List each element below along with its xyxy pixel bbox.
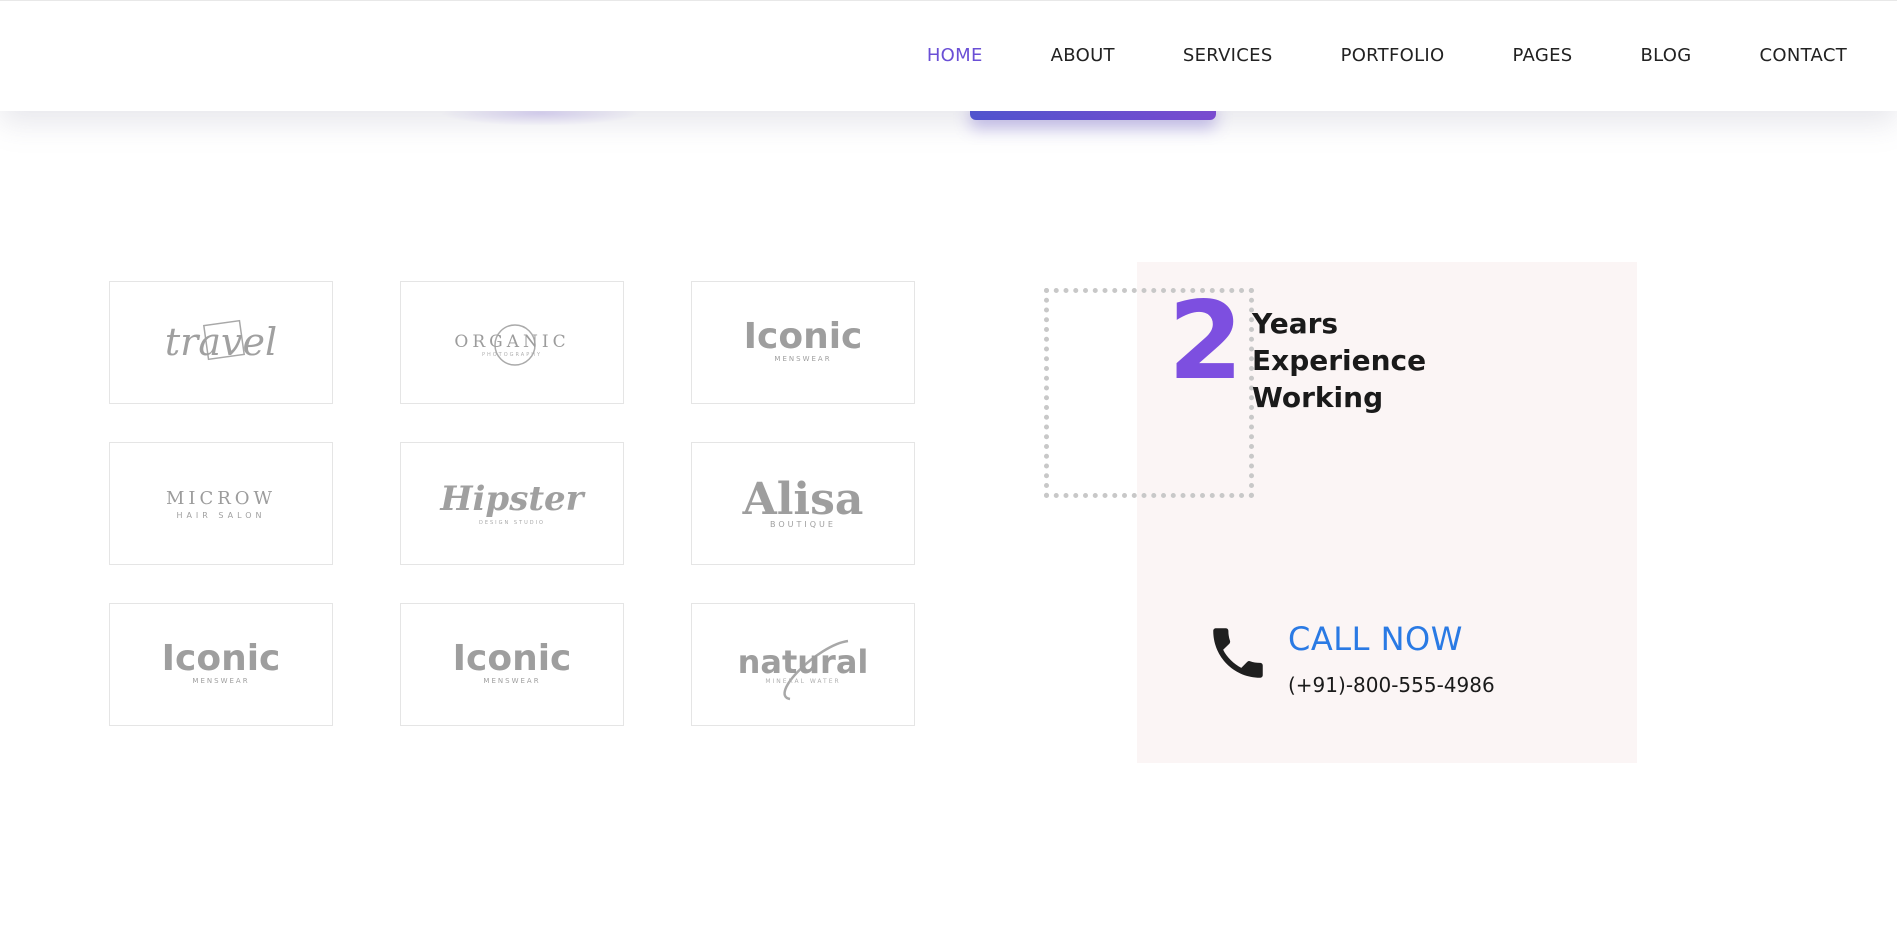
logo-text: travel: [165, 320, 277, 364]
phone-number[interactable]: (+91)-800-555-4986: [1288, 673, 1495, 697]
nav-services[interactable]: SERVICES: [1183, 45, 1273, 66]
logo-subtext: MENSWEAR: [483, 677, 540, 685]
nav-contact[interactable]: CONTACT: [1760, 45, 1847, 66]
iconic-logo: Iconic MENSWEAR: [744, 316, 863, 363]
call-now-link[interactable]: CALL NOW: [1288, 620, 1463, 658]
years-caption-line3: Working: [1252, 381, 1384, 414]
natural-logo: natural MINERAL WATER: [738, 639, 869, 700]
logo-text: Iconic: [162, 638, 281, 679]
logo-card-microw[interactable]: MICROW HAIR SALON: [109, 442, 333, 565]
logo-text: natural: [738, 643, 869, 681]
logo-text: Alisa: [742, 474, 864, 525]
logo-card-natural[interactable]: natural MINERAL WATER: [691, 603, 915, 726]
logo-subtext: MENSWEAR: [774, 355, 831, 363]
microw-logo: MICROW HAIR SALON: [166, 488, 276, 520]
logo-subtext: HAIR SALON: [176, 511, 265, 520]
logo-subtext: PHOTOGRAPHY: [482, 352, 542, 358]
logo-subtext: MINERAL WATER: [765, 678, 840, 685]
logo-card-iconic-2[interactable]: Iconic MENSWEAR: [109, 603, 333, 726]
nav-pages[interactable]: PAGES: [1513, 45, 1573, 66]
logo-text: Iconic: [453, 638, 572, 679]
site-header: HOME ABOUT SERVICES PORTFOLIO PAGES BLOG…: [0, 0, 1897, 111]
nav-home[interactable]: HOME: [927, 45, 983, 66]
nav-about[interactable]: ABOUT: [1051, 45, 1115, 66]
logo-card-hipster[interactable]: Hipster DESIGN STUDIO: [400, 442, 624, 565]
years-caption-line2: Experience: [1252, 344, 1427, 377]
logo-text: Iconic: [744, 316, 863, 357]
iconic-logo: Iconic MENSWEAR: [453, 638, 572, 685]
logo-text: ORGANIC: [454, 332, 569, 352]
logo-text: Hipster: [439, 479, 585, 519]
logo-text: MICROW: [166, 488, 276, 509]
years-count: 2: [1168, 279, 1244, 404]
logo-subtext: MENSWEAR: [192, 677, 249, 685]
logo-card-iconic[interactable]: Iconic MENSWEAR: [691, 281, 915, 404]
travel-logo: travel: [165, 319, 277, 364]
years-caption: Years Experience Working: [1252, 305, 1426, 416]
iconic-logo: Iconic MENSWEAR: [162, 638, 281, 685]
logo-card-travel[interactable]: travel: [109, 281, 333, 404]
logo-card-iconic-3[interactable]: Iconic MENSWEAR: [400, 603, 624, 726]
organic-logo: ORGANIC PHOTOGRAPHY: [454, 323, 569, 366]
main-nav: HOME ABOUT SERVICES PORTFOLIO PAGES BLOG…: [859, 45, 1847, 66]
hipster-logo: Hipster DESIGN STUDIO: [439, 479, 585, 526]
logo-subtext: DESIGN STUDIO: [479, 520, 545, 526]
nav-portfolio[interactable]: PORTFOLIO: [1341, 45, 1445, 66]
logo-card-alisa[interactable]: Alisa BOUTIQUE: [691, 442, 915, 565]
years-caption-line1: Years: [1252, 307, 1339, 340]
logo-card-organic[interactable]: ORGANIC PHOTOGRAPHY: [400, 281, 624, 404]
logo-subtext: BOUTIQUE: [770, 520, 836, 529]
alisa-logo: Alisa BOUTIQUE: [742, 474, 864, 529]
phone-icon: [1213, 628, 1263, 678]
nav-blog[interactable]: BLOG: [1640, 45, 1691, 66]
